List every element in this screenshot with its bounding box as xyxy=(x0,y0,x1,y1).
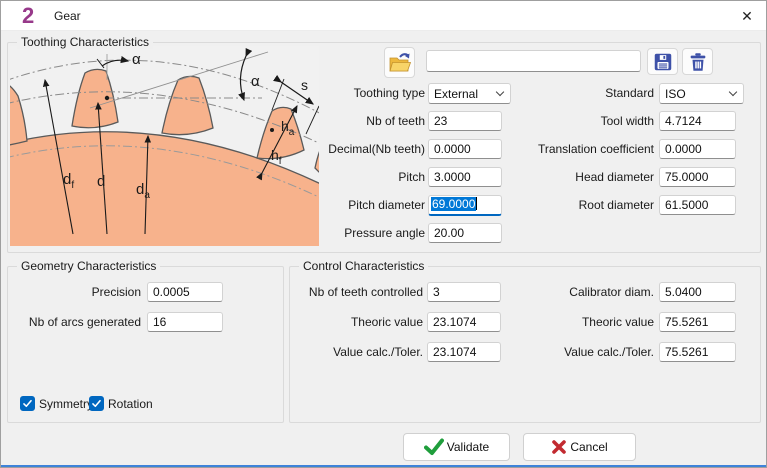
theoric-value-left-label: Theoric value xyxy=(291,312,423,332)
profile-name-input[interactable] xyxy=(426,50,641,72)
translation-coefficient-input[interactable] xyxy=(659,139,736,159)
head-diameter-label: Head diameter xyxy=(471,167,654,187)
translation-coefficient-label: Translation coefficient xyxy=(471,139,654,159)
standard-select[interactable]: ISO xyxy=(659,83,744,104)
window-bottom-accent xyxy=(1,465,766,467)
save-floppy-icon xyxy=(652,51,674,73)
delete-button[interactable] xyxy=(682,48,713,75)
save-button[interactable] xyxy=(647,48,678,75)
selected-text: 69.0000 xyxy=(431,197,476,211)
open-file-button[interactable] xyxy=(384,47,415,78)
toothing-type-label: Toothing type xyxy=(251,83,425,103)
root-diameter-input[interactable] xyxy=(659,195,736,215)
title-bar: 2 Gear ✕ xyxy=(1,1,766,31)
value-calc-toler-left-label: Value calc./Toler. xyxy=(291,342,423,362)
nb-teeth-controlled-input[interactable] xyxy=(427,282,501,302)
precision-label: Precision xyxy=(21,282,141,302)
pressure-angle-label: Pressure angle xyxy=(251,223,425,243)
theoric-value-right-input[interactable] xyxy=(659,312,736,332)
symmetry-checkbox-label: Symmetry xyxy=(39,396,93,412)
cancel-button-label: Cancel xyxy=(570,440,607,454)
tool-width-label: Tool width xyxy=(471,111,654,131)
toothing-group-title: Toothing Characteristics xyxy=(17,35,153,49)
calibrator-diam-label: Calibrator diam. xyxy=(516,282,654,302)
theoric-value-right-label: Theoric value xyxy=(516,312,654,332)
control-group-title: Control Characteristics xyxy=(299,259,428,273)
alpha-label-1: α xyxy=(132,51,141,68)
gear-dialog: 2 Gear ✕ Toothing Characteristics Geomet… xyxy=(0,0,767,468)
validate-button[interactable]: Validate xyxy=(403,433,510,461)
head-diameter-input[interactable] xyxy=(659,167,736,187)
green-check-icon xyxy=(424,438,444,456)
symmetry-checkbox[interactable] xyxy=(20,396,35,411)
d-label: d xyxy=(97,173,105,190)
trash-icon xyxy=(687,51,709,73)
nb-arcs-generated-label: Nb of arcs generated xyxy=(21,312,141,332)
pressure-angle-input[interactable] xyxy=(428,223,502,243)
rotation-checkbox[interactable] xyxy=(89,396,104,411)
precision-input[interactable] xyxy=(147,282,223,302)
theoric-value-left-input[interactable] xyxy=(427,312,501,332)
pitch-diameter-label: Pitch diameter xyxy=(251,195,425,215)
validate-button-label: Validate xyxy=(447,440,489,454)
root-diameter-label: Root diameter xyxy=(471,195,654,215)
window-title: Gear xyxy=(54,9,81,23)
cancel-button[interactable]: Cancel xyxy=(523,433,636,461)
standard-value: ISO xyxy=(665,87,686,101)
app-logo: 2 xyxy=(22,3,34,29)
geometry-group-title: Geometry Characteristics xyxy=(17,259,160,273)
decimal-nb-teeth-label: Decimal(Nb teeth) xyxy=(251,139,425,159)
check-icon xyxy=(22,398,33,409)
nb-arcs-generated-input[interactable] xyxy=(147,312,223,332)
close-icon[interactable]: ✕ xyxy=(736,5,758,27)
check-icon xyxy=(91,398,102,409)
calibrator-diam-input[interactable] xyxy=(659,282,736,302)
nb-of-teeth-label: Nb of teeth xyxy=(251,111,425,131)
open-folder-icon xyxy=(388,51,412,75)
chevron-down-icon xyxy=(729,88,737,96)
standard-label: Standard xyxy=(471,83,654,103)
tool-width-input[interactable] xyxy=(659,111,736,131)
value-calc-toler-right-label: Value calc./Toler. xyxy=(516,342,654,362)
red-x-icon xyxy=(551,439,567,455)
pitch-label: Pitch xyxy=(251,167,425,187)
value-calc-toler-right-input[interactable] xyxy=(659,342,736,362)
rotation-checkbox-label: Rotation xyxy=(108,396,153,412)
value-calc-toler-left-input[interactable] xyxy=(427,342,501,362)
nb-teeth-controlled-label: Nb of teeth controlled xyxy=(291,282,423,302)
